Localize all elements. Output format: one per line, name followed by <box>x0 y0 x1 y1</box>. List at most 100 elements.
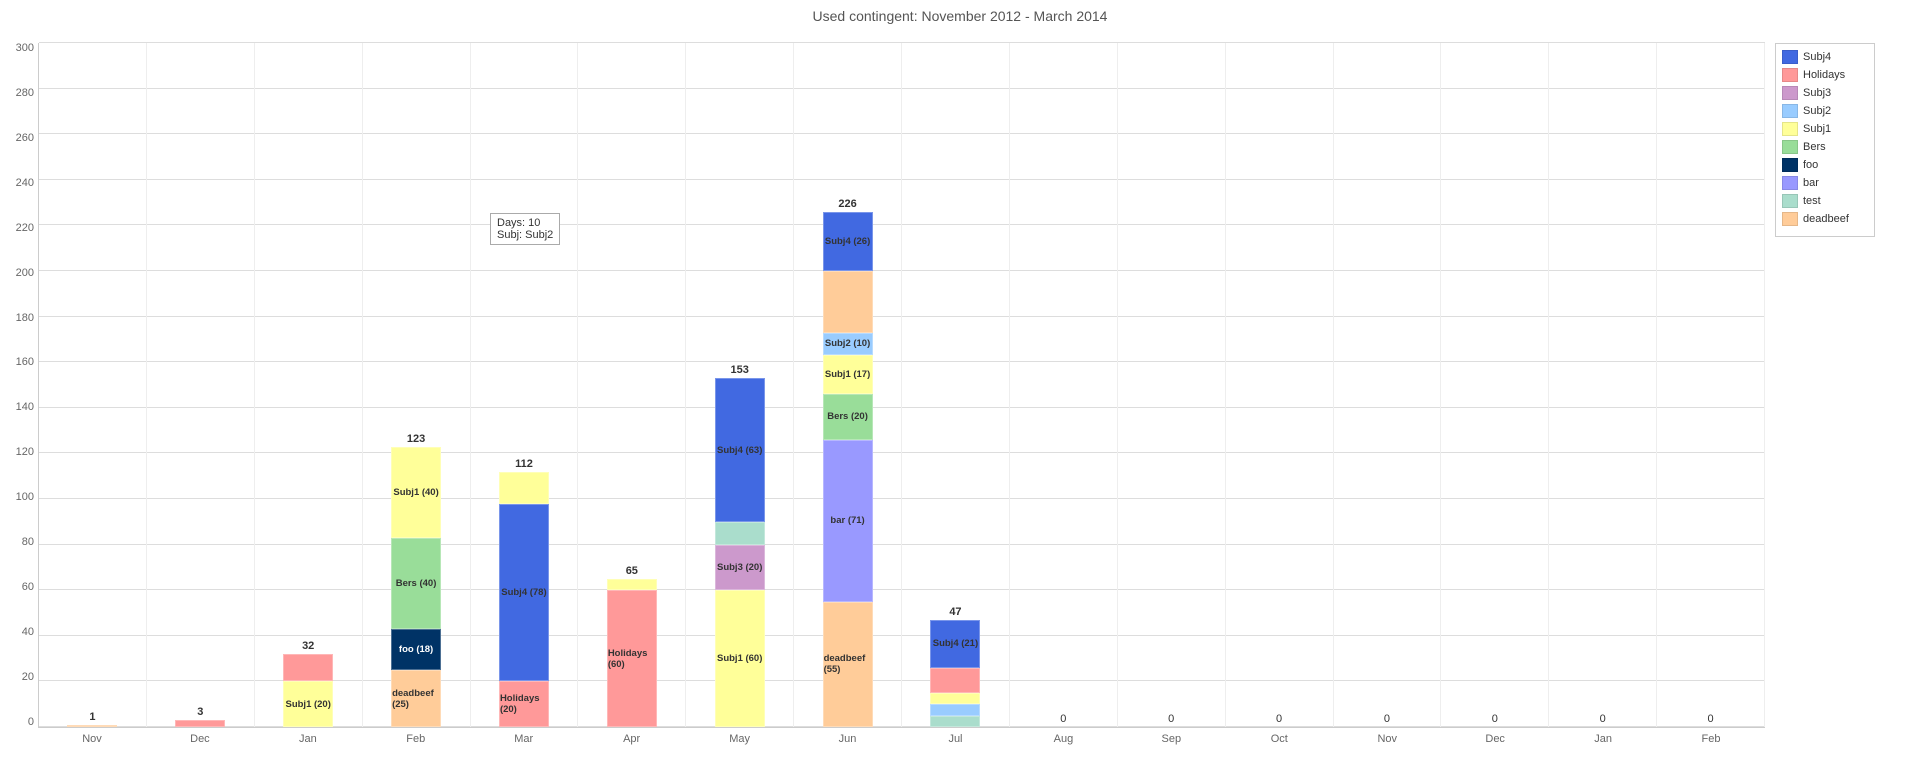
bar-stack-1[interactable] <box>175 720 225 727</box>
legend-color-deadbeef <box>1782 212 1798 226</box>
bar-group-aug-9: 0 <box>1010 43 1118 727</box>
bar-segment-5-0: Holidays (60) <box>607 590 657 727</box>
legend-item-subj4: Subj4 <box>1782 50 1868 64</box>
bar-segment-2-0: Subj1 (20) <box>283 681 333 727</box>
bar-stack-5[interactable]: Holidays (60) <box>607 579 657 727</box>
bar-group-oct-11: 0 <box>1226 43 1334 727</box>
bar-segment-8-2 <box>930 693 980 704</box>
bar-segment-3-2: Bers (40) <box>391 538 441 629</box>
bar-segment-5-1 <box>607 579 657 590</box>
bar-group-feb-3: 123deadbeef (25)foo (18)Bers (40)Subj1 (… <box>363 43 471 727</box>
x-label-jul: Jul <box>902 733 1010 778</box>
x-label-dec1: Dec <box>146 733 254 778</box>
bar-stack-2[interactable]: Subj1 (20) <box>283 654 333 727</box>
x-label-jun: Jun <box>794 733 902 778</box>
legend-item-deadbeef: deadbeef <box>1782 212 1868 226</box>
legend-item-bar: bar <box>1782 176 1868 190</box>
bar-zero-12: 0 <box>1384 713 1390 725</box>
y-label-0: 0 <box>28 717 34 728</box>
bar-segment-0-0 <box>67 725 117 727</box>
bar-group-mar-4: 112 Holidays (20)Subj4 (78) <box>471 43 579 727</box>
bar-zero-9: 0 <box>1060 713 1066 725</box>
bar-zero-13: 0 <box>1492 713 1498 725</box>
legend-color-test <box>1782 194 1798 208</box>
bar-total-5: 65 <box>626 565 638 577</box>
bar-group-jun-7: 226 deadbeef (55)bar (71)Bers (20)Subj1 (… <box>794 43 902 727</box>
bar-group-may-6: 153Subj1 (60)Subj3 (20)Subj4 (63) <box>686 43 794 727</box>
bar-zero-15: 0 <box>1708 713 1714 725</box>
bar-stack-7[interactable]: deadbeef (55)bar (71)Bers (20)Subj1 (17)… <box>823 212 873 727</box>
bar-segment-3-1: foo (18) <box>391 629 441 670</box>
bar-segment-6-0: Subj1 (60) <box>715 590 765 727</box>
bar-segment-8-1 <box>930 704 980 715</box>
bar-segment-8-3 <box>930 668 980 693</box>
bar-segment-6-3: Subj4 (63) <box>715 378 765 522</box>
legend-label-deadbeef: deadbeef <box>1803 213 1849 225</box>
legend-label-bers: Bers <box>1803 141 1826 153</box>
x-label-feb1: Feb <box>362 733 470 778</box>
legend-label-subj3: Subj3 <box>1803 87 1831 99</box>
bar-segment-4-2 <box>499 472 549 504</box>
bar-group-nov-0: 1 <box>39 43 147 727</box>
y-label-120: 120 <box>16 447 34 458</box>
legend-label-subj2: Subj2 <box>1803 105 1831 117</box>
bar-group-jul-8: 47 Subj4 (21) <box>902 43 1010 727</box>
legend-item-foo: foo <box>1782 158 1868 172</box>
x-label-dec2: Dec <box>1441 733 1549 778</box>
y-label-40: 40 <box>22 627 34 638</box>
bar-stack-4[interactable]: Holidays (20)Subj4 (78) <box>499 472 549 727</box>
legend-item-holidays: Holidays <box>1782 68 1868 82</box>
y-label-220: 220 <box>16 223 34 234</box>
bar-stack-8[interactable]: Subj4 (21) <box>930 620 980 727</box>
y-label-140: 140 <box>16 402 34 413</box>
x-label-aug: Aug <box>1009 733 1117 778</box>
legend-item-subj1: Subj1 <box>1782 122 1868 136</box>
legend-color-subj2 <box>1782 104 1798 118</box>
bar-group-apr-5: 65 Holidays (60) <box>578 43 686 727</box>
bar-stack-0[interactable] <box>67 725 117 727</box>
bar-segment-6-1: Subj3 (20) <box>715 545 765 591</box>
bar-group-nov-12: 0 <box>1334 43 1442 727</box>
y-label-160: 160 <box>16 357 34 368</box>
legend-color-subj3 <box>1782 86 1798 100</box>
bar-total-7: 226 <box>838 198 856 210</box>
y-label-80: 80 <box>22 537 34 548</box>
y-label-200: 200 <box>16 268 34 279</box>
x-label-feb2: Feb <box>1657 733 1765 778</box>
bar-stack-6[interactable]: Subj1 (60)Subj3 (20) Subj4 (63) <box>715 378 765 727</box>
y-label-260: 260 <box>16 133 34 144</box>
chart-container: Used contingent: November 2012 - March 2… <box>0 0 1920 783</box>
x-label-may: May <box>686 733 794 778</box>
bar-stack-3[interactable]: deadbeef (25)foo (18)Bers (40)Subj1 (40) <box>391 447 441 727</box>
legend-label-bar: bar <box>1803 177 1819 189</box>
bar-total-0: 1 <box>89 711 95 723</box>
x-label-oct: Oct <box>1225 733 1333 778</box>
bar-segment-7-4: Subj2 (10) <box>823 333 873 356</box>
bar-segment-7-2: Bers (20) <box>823 394 873 440</box>
legend-color-bar <box>1782 176 1798 190</box>
bar-group-dec-1: 3 <box>147 43 255 727</box>
legend-item-bers: Bers <box>1782 140 1868 154</box>
y-label-240: 240 <box>16 178 34 189</box>
x-label-nov2: Nov <box>1333 733 1441 778</box>
bar-group-sep-10: 0 <box>1118 43 1226 727</box>
bar-segment-3-3: Subj1 (40) <box>391 447 441 538</box>
legend-color-subj1 <box>1782 122 1798 136</box>
x-label-sep: Sep <box>1117 733 1225 778</box>
legend-color-bers <box>1782 140 1798 154</box>
legend-label-foo: foo <box>1803 159 1818 171</box>
x-label-jan2: Jan <box>1549 733 1657 778</box>
bar-zero-11: 0 <box>1276 713 1282 725</box>
bar-segment-3-0: deadbeef (25) <box>391 670 441 727</box>
x-label-jan1: Jan <box>254 733 362 778</box>
bar-segment-2-1 <box>283 654 333 681</box>
bar-total-2: 32 <box>302 640 314 652</box>
x-label-mar: Mar <box>470 733 578 778</box>
bar-segment-7-3: Subj1 (17) <box>823 355 873 394</box>
bar-total-8: 47 <box>949 606 961 618</box>
bar-segment-1-0 <box>175 720 225 727</box>
bar-total-4: 112 <box>515 458 533 470</box>
y-label-100: 100 <box>16 492 34 503</box>
legend-label-subj4: Subj4 <box>1803 51 1831 63</box>
legend-label-subj1: Subj1 <box>1803 123 1831 135</box>
